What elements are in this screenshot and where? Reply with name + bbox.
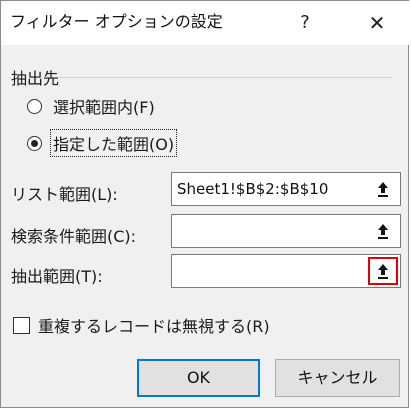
close-button[interactable]: ✕ (357, 7, 397, 39)
collapse-dialog-icon (378, 264, 388, 279)
radio-button-specified-range[interactable] (27, 135, 42, 151)
title-bar: フィルター オプションの設定 ? ✕ (1, 1, 410, 45)
copy-to-input[interactable] (172, 255, 360, 287)
criteria-range-label: 検索条件範囲(C): (11, 227, 137, 246)
collapse-dialog-icon (378, 224, 388, 239)
criteria-range-input[interactable] (172, 215, 360, 247)
criteria-range-field[interactable] (171, 214, 401, 248)
copy-to-field[interactable] (171, 254, 401, 288)
collapse-dialog-icon (378, 182, 388, 197)
radio-label-specified-range: 指定した範囲(O) (49, 129, 178, 157)
copy-to-label: 抽出範囲(T): (11, 267, 103, 286)
unique-records-label: 重複するレコードは無視する(R) (38, 317, 270, 336)
extract-section-label: 抽出先 (11, 69, 60, 88)
list-range-collapse-button[interactable] (369, 176, 397, 202)
radio-option-in-place[interactable]: 選択範囲内(F) (27, 94, 157, 118)
cancel-button[interactable]: キャンセル (275, 359, 400, 397)
group-divider (59, 77, 393, 78)
list-range-label: リスト範囲(L): (11, 185, 118, 204)
radio-button-in-place[interactable] (27, 98, 42, 114)
help-button[interactable]: ? (285, 7, 325, 39)
list-range-input[interactable] (172, 173, 360, 205)
ok-button[interactable]: OK (137, 359, 260, 397)
radio-label-in-place: 選択範囲内(F) (53, 98, 155, 117)
unique-records-option[interactable]: 重複するレコードは無視する(R) (13, 314, 270, 336)
radio-option-specified-range[interactable]: 指定した範囲(O) (27, 129, 178, 157)
criteria-range-collapse-button[interactable] (369, 218, 397, 244)
dialog-title: フィルター オプションの設定 (10, 12, 223, 31)
copy-to-collapse-button[interactable] (368, 257, 398, 285)
unique-records-checkbox[interactable] (13, 316, 30, 334)
list-range-field[interactable] (171, 172, 401, 206)
filter-options-dialog: フィルター オプションの設定 ? ✕ 抽出先 選択範囲内(F) 指定した範囲(O… (0, 0, 410, 408)
